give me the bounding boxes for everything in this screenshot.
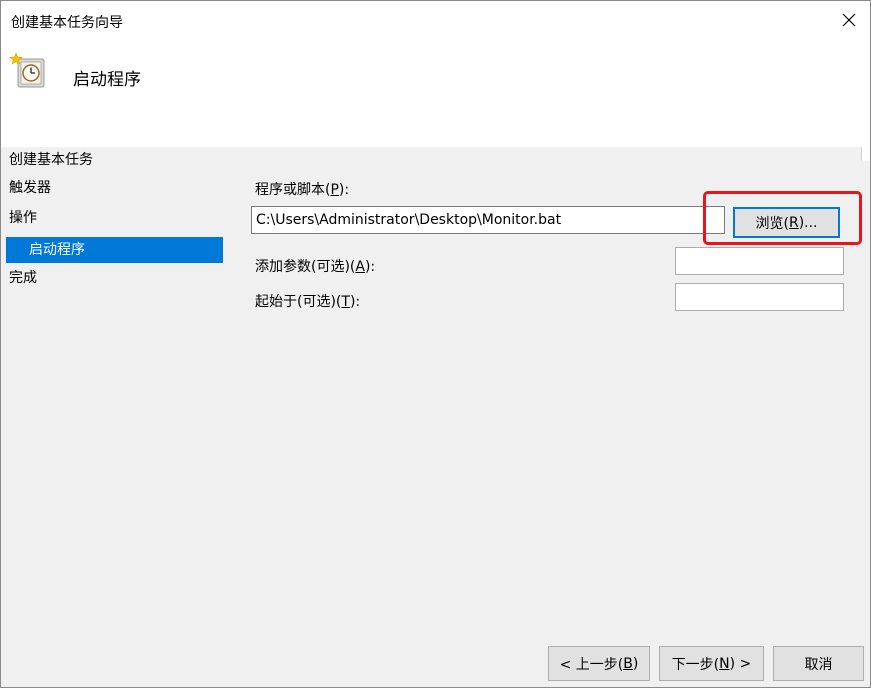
sidebar-item-create-task: 创建基本任务 <box>9 152 93 168</box>
title-bar: 创建基本任务向导 <box>1 1 870 39</box>
page-title: 启动程序 <box>73 70 141 90</box>
cancel-button[interactable]: 取消 <box>773 646 864 681</box>
next-button[interactable]: 下一步(N) > <box>659 646 764 681</box>
arguments-label: 添加参数(可选)(A): <box>255 259 376 275</box>
close-icon <box>842 13 856 27</box>
wizard-header: 启动程序 <box>1 39 870 147</box>
program-input[interactable]: C:\Users\Administrator\Desktop\Monitor.b… <box>251 206 725 234</box>
sidebar-item-action: 操作 <box>9 210 37 226</box>
scrollbar-stub <box>861 147 870 161</box>
start-in-label: 起始于(可选)(T): <box>255 294 361 310</box>
back-button[interactable]: < 上一步(B) <box>548 646 650 681</box>
sidebar-item-finish: 完成 <box>9 270 37 286</box>
close-button[interactable] <box>828 1 870 39</box>
window-title: 创建基本任务向导 <box>11 15 123 31</box>
sidebar-item-trigger: 触发器 <box>9 180 51 196</box>
start-in-input[interactable] <box>675 283 844 311</box>
program-label: 程序或脚本(P): <box>255 182 350 198</box>
clock-task-icon <box>9 52 45 88</box>
arguments-input[interactable] <box>675 247 844 275</box>
wizard-window: 创建基本任务向导 启动程序 创建基本任务 触发器 操作 启动程序 完成 程序或脚… <box>0 0 871 688</box>
browse-button[interactable]: 浏览(R)... <box>733 207 840 238</box>
sidebar-item-start-program: 启动程序 <box>6 237 223 263</box>
